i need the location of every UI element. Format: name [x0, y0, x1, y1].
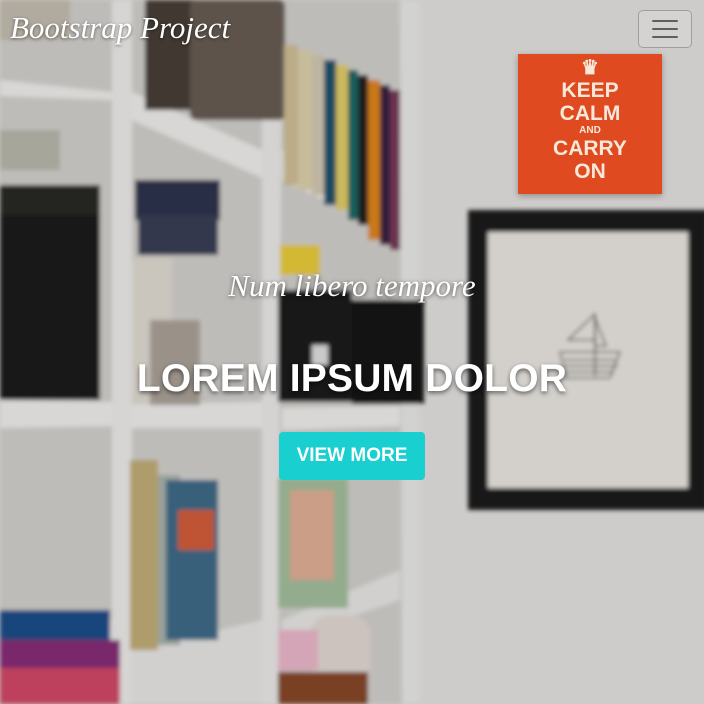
hero-title: LOREM IPSUM DOLOR	[136, 357, 568, 400]
navbar-toggler-button[interactable]	[638, 10, 692, 48]
poster-line: ON	[574, 160, 606, 183]
poster-line: CARRY	[553, 137, 627, 160]
poster-line: CALM	[559, 102, 621, 125]
poster-line: AND	[579, 125, 601, 136]
hero-subtitle: Num libero tempore	[228, 268, 476, 303]
keep-calm-poster: ♛ KEEP CALM AND CARRY ON	[518, 54, 662, 194]
hamburger-icon	[652, 20, 678, 22]
hamburger-icon	[652, 28, 678, 30]
hero-section: ♛ KEEP CALM AND CARRY ON Bootstrap Proje…	[0, 0, 704, 704]
hamburger-icon	[652, 36, 678, 38]
view-more-button[interactable]: VIEW MORE	[279, 432, 425, 480]
navbar-brand[interactable]: Bootstrap Project	[10, 10, 230, 46]
poster-line: KEEP	[561, 79, 619, 102]
crown-icon: ♛	[581, 57, 599, 79]
